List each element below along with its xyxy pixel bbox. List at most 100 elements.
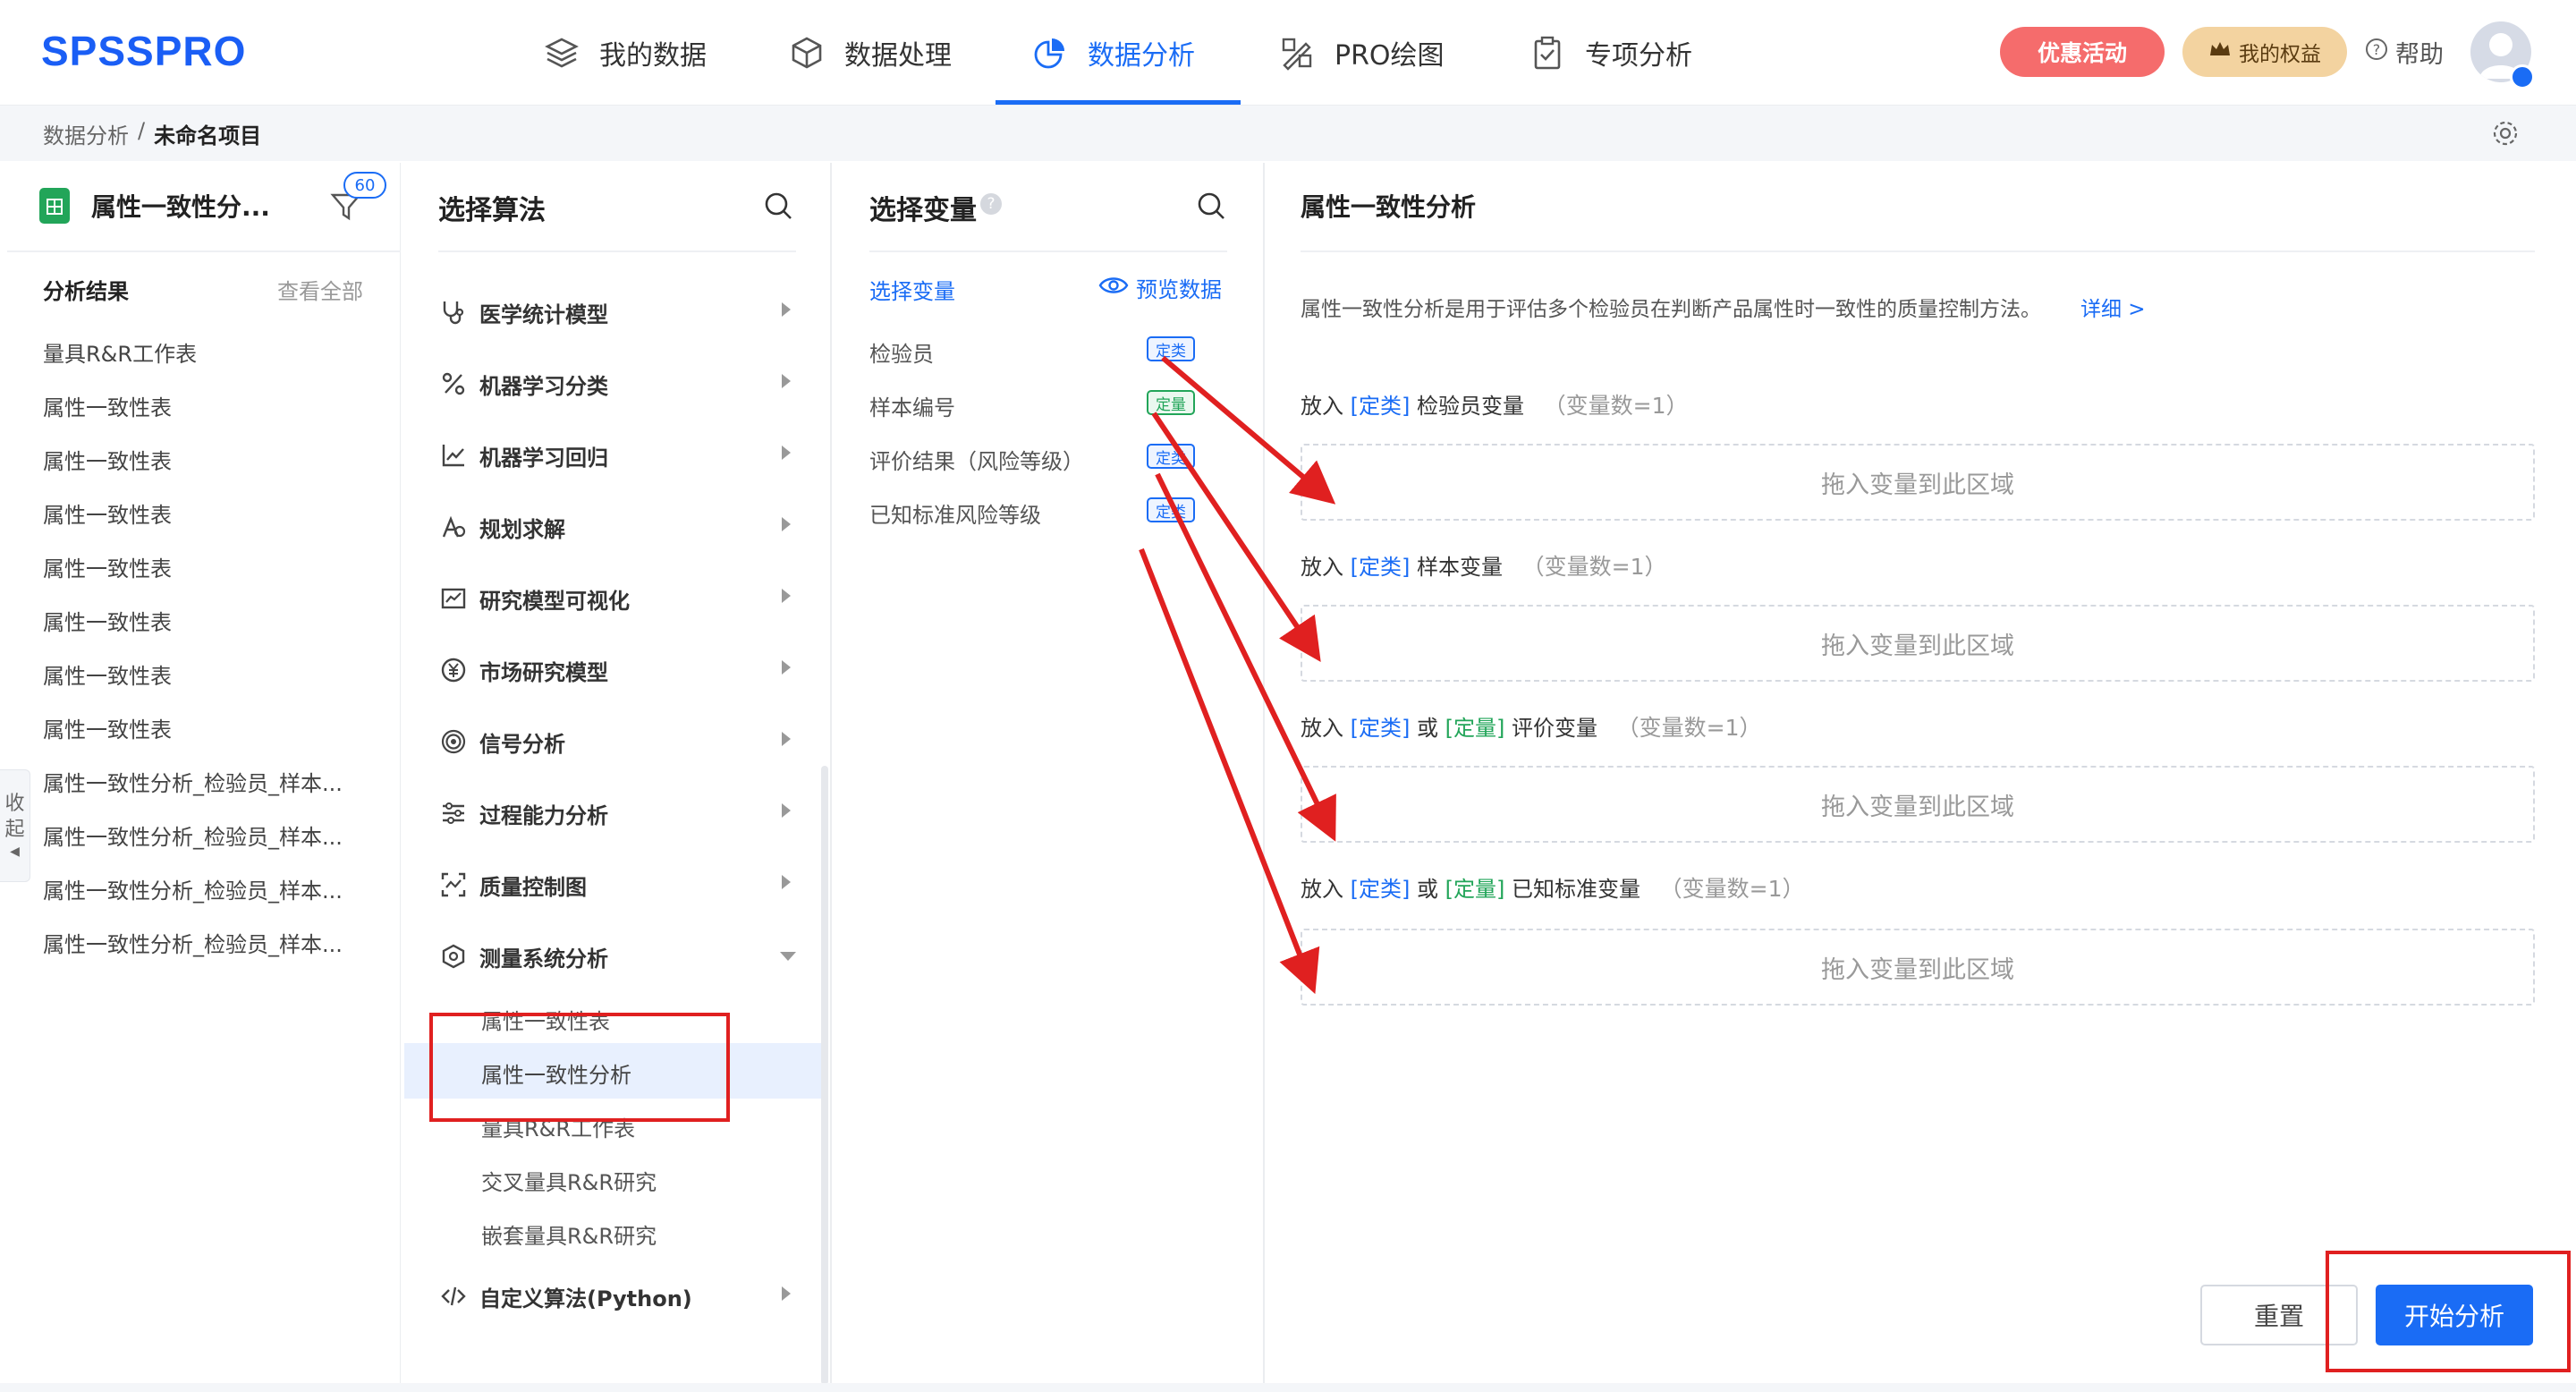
bottom-border: [0, 1383, 2576, 1392]
nav-special-analysis[interactable]: 专项分析: [1528, 0, 1692, 106]
algorithm-panel-title: 选择算法: [438, 195, 546, 226]
history-item[interactable]: 属性一致性分析_检验员_样本...: [43, 927, 343, 958]
dropzone-evaluation[interactable]: 拖入变量到此区域: [1301, 766, 2535, 843]
spreadsheet-icon: [39, 188, 70, 224]
algo-category-quality-control[interactable]: 质量控制图: [438, 862, 796, 907]
algo-category-process-capability[interactable]: 过程能力分析: [438, 791, 796, 836]
algo-category-custom-python[interactable]: 自定义算法(Python): [438, 1274, 796, 1319]
nav-pro-drawing[interactable]: PRO绘图: [1277, 0, 1445, 106]
signal-icon: [438, 726, 469, 757]
algo-category-ml-regression[interactable]: 机器学习回归: [438, 433, 796, 478]
variable-item[interactable]: 检验员: [869, 336, 934, 368]
algo-category-label: 过程能力分析: [479, 802, 608, 828]
categorical-tag: 定类: [1147, 336, 1195, 361]
divider: [869, 250, 1227, 252]
help-link[interactable]: ? 帮助: [2365, 27, 2444, 77]
algo-category-measurement-system[interactable]: 测量系统分析: [438, 934, 796, 979]
active-nav-indicator: [996, 100, 1241, 105]
history-item[interactable]: 属性一致性表: [43, 444, 172, 475]
promo-button[interactable]: 优惠活动: [2000, 27, 2165, 77]
chevron-right-icon: [782, 446, 791, 460]
chevron-right-icon: [782, 660, 791, 675]
breadcrumb-parent[interactable]: 数据分析: [43, 118, 129, 149]
collapse-label: 起: [4, 818, 25, 841]
algo-category-label: 规划求解: [479, 516, 565, 542]
caret-left-icon: ◀: [10, 844, 20, 859]
highlight-box: [429, 1013, 730, 1122]
dropzone-inspector[interactable]: 拖入变量到此区域: [1301, 444, 2535, 521]
history-item[interactable]: 属性一致性表: [43, 605, 172, 636]
dropzone-standard[interactable]: 拖入变量到此区域: [1301, 929, 2535, 1006]
history-item[interactable]: 属性一致性表: [43, 390, 172, 421]
dropzone-sample[interactable]: 拖入变量到此区域: [1301, 605, 2535, 682]
percent-icon: [438, 369, 469, 399]
history-item[interactable]: 属性一致性分析_检验员_样本...: [43, 873, 343, 904]
sliders-icon: [438, 798, 469, 828]
quantitative-tag: 定量: [1147, 390, 1195, 415]
gear-icon[interactable]: [2490, 118, 2521, 149]
help-label: 帮助: [2395, 40, 2444, 69]
history-item[interactable]: 属性一致性分析_检验员_样本...: [43, 819, 343, 851]
my-rights-button[interactable]: 我的权益: [2182, 27, 2347, 77]
history-item[interactable]: 量具R&R工作表: [43, 336, 197, 368]
planning-icon: [438, 512, 469, 542]
history-item[interactable]: 属性一致性表: [43, 658, 172, 690]
algo-category-signal[interactable]: 信号分析: [438, 719, 796, 764]
help-icon[interactable]: ?: [980, 193, 1002, 215]
algo-category-research-visual[interactable]: 研究模型可视化: [438, 576, 796, 621]
algo-subitem[interactable]: 交叉量具R&R研究: [481, 1165, 657, 1196]
preview-data-button[interactable]: 预览数据: [1098, 272, 1222, 303]
algo-category-label: 机器学习分类: [479, 373, 608, 399]
search-icon[interactable]: [762, 190, 794, 222]
algorithm-panel: [402, 163, 832, 1385]
chevron-right-icon: [782, 1286, 791, 1301]
algo-category-market-research[interactable]: 市场研究模型: [438, 648, 796, 692]
layers-icon: [542, 33, 581, 72]
chevron-right-icon: [782, 875, 791, 889]
control-chart-icon: [438, 870, 469, 900]
nav-my-data[interactable]: 我的数据: [542, 0, 707, 106]
analysis-description: 属性一致性分析是用于评估多个检验员在判断产品属性时一致性的质量控制方法。: [1301, 298, 2041, 321]
nav-data-processing[interactable]: 数据处理: [787, 0, 952, 106]
pie-chart-icon: [1030, 33, 1070, 72]
algo-category-label: 市场研究模型: [479, 659, 608, 685]
collapse-panel-button[interactable]: 收 起 ◀: [0, 769, 30, 882]
history-item[interactable]: 属性一致性表: [43, 712, 172, 743]
filter-count-badge: 60: [343, 172, 386, 199]
detail-link[interactable]: 详细 >: [2080, 292, 2146, 322]
divider: [1301, 250, 2535, 252]
collapse-label: 收: [4, 793, 25, 816]
algo-category-ml-classification[interactable]: 机器学习分类: [438, 361, 796, 406]
question-circle-icon: ?: [2365, 38, 2388, 67]
breadcrumb: 数据分析 / 未命名项目: [43, 118, 261, 149]
chevron-right-icon: [782, 517, 791, 531]
select-variable-label[interactable]: 选择变量: [869, 274, 955, 305]
divider: [7, 250, 401, 252]
chevron-right-icon: [782, 732, 791, 746]
algo-subitem[interactable]: 嵌套量具R&R研究: [481, 1218, 657, 1250]
slot-label-sample: 放入 [定类] 样本变量 （变量数=1）: [1301, 554, 1667, 580]
algo-category-label: 自定义算法(Python): [479, 1286, 692, 1311]
algo-category-planning[interactable]: 规划求解: [438, 505, 796, 549]
breadcrumb-bar: [0, 106, 2576, 161]
history-item[interactable]: 属性一致性分析_检验员_样本...: [43, 766, 343, 797]
view-all-link[interactable]: 查看全部: [277, 274, 363, 305]
variable-item[interactable]: 评价结果（风险等级）: [869, 444, 1084, 475]
algo-category-medical[interactable]: 医学统计模型: [438, 290, 796, 335]
algo-category-label: 质量控制图: [479, 874, 587, 900]
results-heading: 分析结果: [43, 279, 129, 304]
variable-item[interactable]: 已知标准风险等级: [869, 497, 1041, 529]
history-item[interactable]: 属性一致性表: [43, 497, 172, 529]
history-item[interactable]: 属性一致性表: [43, 551, 172, 582]
measure-icon: [438, 941, 469, 972]
categorical-tag: 定类: [1147, 444, 1195, 469]
divider: [438, 250, 796, 252]
search-icon[interactable]: [1195, 190, 1227, 222]
variable-item[interactable]: 样本编号: [869, 390, 955, 421]
categorical-tag: 定类: [1147, 497, 1195, 522]
spsspro-logo[interactable]: SPSSPRO: [41, 27, 246, 75]
slot-label-standard: 放入 [定类] 或 [定量] 已知标准变量 （变量数=1）: [1301, 876, 1805, 902]
algorithm-scrollbar[interactable]: [821, 766, 828, 1385]
stethoscope-icon: [438, 297, 469, 327]
nav-data-analysis[interactable]: 数据分析: [1030, 0, 1195, 106]
